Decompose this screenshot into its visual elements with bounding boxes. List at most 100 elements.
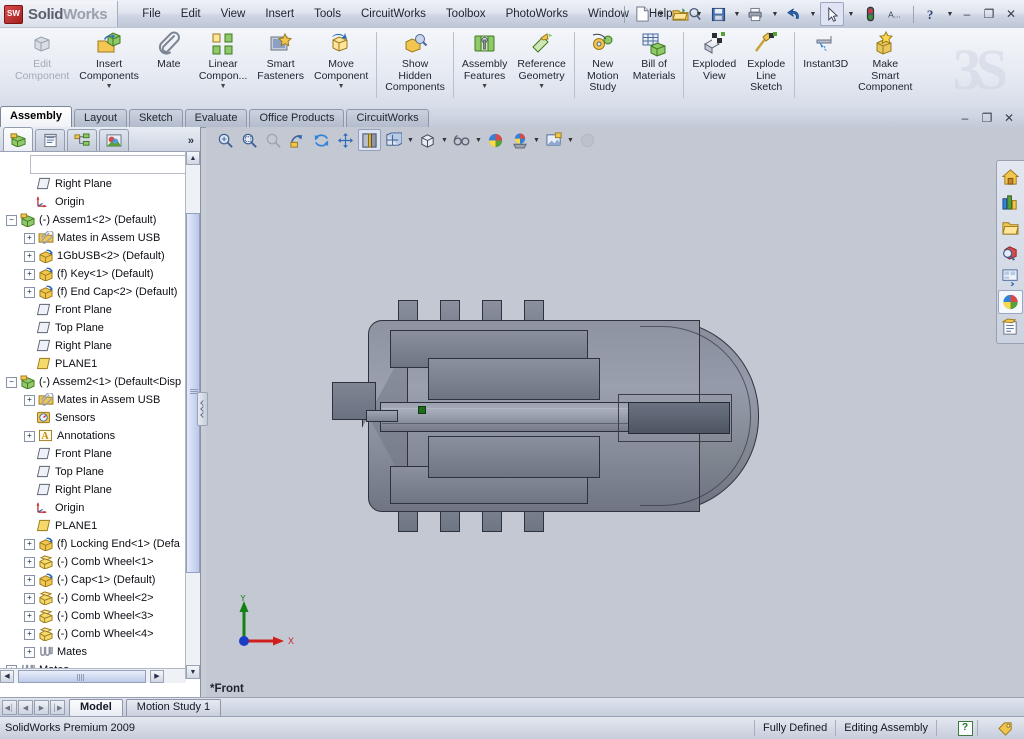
search-box-icon[interactable] [998,240,1023,264]
tree-item[interactable]: + Mates in Assem USB [0,229,186,247]
tree-item[interactable]: + (-) Comb Wheel<4> [0,625,186,643]
select-dropdown-arrow[interactable]: ▼ [845,2,857,26]
close-button[interactable]: ✕ [1001,4,1021,24]
feature-tree-icon[interactable] [3,127,33,151]
feature-tree-filter-input[interactable] [30,155,186,174]
doc-tab-motion-study-1[interactable]: Motion Study 1 [125,698,222,717]
quick-access-toolbar[interactable]: ▼ ▼ ▼ ▼ ▼ ▼ A... ? ▼ – ❐ ✕ [620,0,1022,28]
next-tab-button[interactable]: ▶ [34,700,49,715]
ribbon-make-smart-component[interactable]: Make Smart Component [853,28,917,94]
tab-layout[interactable]: Layout [73,109,128,127]
view-palette-icon[interactable] [998,265,1023,289]
tree-item[interactable]: + (f) End Cap<2> (Default) [0,283,186,301]
tree-item[interactable]: Front Plane [0,301,186,319]
tree-item[interactable]: Right Plane [0,337,186,355]
file-folder-icon[interactable] [998,215,1023,239]
ribbon-move-component[interactable]: Move Component ▼ [309,28,373,91]
ribbon-smart-fasteners[interactable]: Smart Fasteners [252,28,309,82]
scene-icon[interactable] [508,129,531,151]
undo-arrow-icon[interactable] [782,2,806,26]
first-tab-button[interactable]: ◀│ [2,700,17,715]
doc-minimize-button[interactable]: – [955,108,975,128]
appearance-sphere-icon[interactable] [484,129,507,151]
tag-icon[interactable] [998,721,1014,736]
doc-tab-model[interactable]: Model [69,698,123,717]
feature-tree[interactable]: Right Plane Origin − (-) Assem1<2> (Default… [0,175,186,679]
menu-item-photoworks[interactable]: PhotoWorks [496,3,578,25]
tree-item[interactable]: PLANE1 [0,355,186,373]
expand-plus-icon[interactable]: + [24,538,35,550]
expand-plus-icon[interactable]: + [24,592,35,604]
tab-circuitworks[interactable]: CircuitWorks [346,109,429,127]
appearances-sphere-icon[interactable] [998,290,1023,314]
tab-evaluate[interactable]: Evaluate [184,109,248,127]
expand-plus-icon[interactable]: + [24,286,35,298]
last-tab-button[interactable]: │▶ [50,700,65,715]
tree-item[interactable]: + (-) Comb Wheel<1> [0,553,186,571]
vscroll-down-button[interactable]: ▼ [186,665,200,679]
menu-item-toolbox[interactable]: Toolbox [436,3,496,25]
expand-plus-icon[interactable]: + [24,574,35,586]
tab-office-products[interactable]: Office Products [249,109,345,127]
chevron-down-icon[interactable]: ▼ [538,83,545,91]
pan-arrows-icon[interactable] [334,129,357,151]
restore-button[interactable]: ❐ [979,4,999,24]
printer-icon[interactable] [744,2,768,26]
expand-plus-icon[interactable]: + [24,232,35,244]
view-orientation-dropdown-arrow[interactable]: ▼ [406,130,415,150]
cursor-arrow-icon[interactable] [820,2,844,26]
tree-item[interactable]: + (-) Comb Wheel<2> [0,589,186,607]
tree-item[interactable]: Sensors [0,409,186,427]
save-dropdown-arrow[interactable]: ▼ [731,2,743,26]
ribbon-new-motion-study[interactable]: New Motion Study [578,28,628,94]
tree-item[interactable]: − (-) Assem2<1> (Default<Disp [0,373,186,391]
section-view-icon[interactable] [358,129,381,151]
tree-item[interactable]: + Mates [0,643,186,661]
menu-item-file[interactable]: File [132,3,171,25]
ribbon-insert-components[interactable]: Insert Components ▼ [74,28,144,91]
graphics-area[interactable]: Y X *Front [206,127,1024,697]
question-mark-icon[interactable]: ? [919,2,943,26]
ribbon-show-hidden-components[interactable]: Show Hidden Components [380,28,450,94]
tree-item[interactable]: Right Plane [0,481,186,499]
doc-close-button[interactable]: ✕ [999,108,1019,128]
display-style-cube-icon[interactable] [416,129,439,151]
ribbon-edit-component[interactable]: Edit Component [10,28,74,82]
zoom-fit-icon[interactable] [214,129,237,151]
document-window-buttons[interactable]: – ❐ ✕ [954,108,1020,128]
tree-item[interactable]: Top Plane [0,319,186,337]
display-manager-icon[interactable] [99,129,129,151]
heads-up-view-toolbar[interactable]: ▼ ▼ ▼ ▼ ▼ [214,129,814,151]
view-orientation-icon[interactable] [382,129,405,151]
expand-plus-icon[interactable]: + [24,610,35,622]
collapse-minus-icon[interactable]: − [6,376,17,388]
ribbon-mate[interactable]: Mate [144,28,194,71]
design-library-icon[interactable] [998,190,1023,214]
ribbon-assembly-features[interactable]: Assembly Features ▼ [457,28,513,91]
print-dropdown-arrow[interactable]: ▼ [769,2,781,26]
expand-plus-icon[interactable]: + [24,250,35,262]
tree-item[interactable]: Top Plane [0,463,186,481]
hscroll-left-button[interactable]: ◀ [0,669,14,683]
tree-item[interactable]: PLANE1 [0,517,186,535]
tab-sketch[interactable]: Sketch [129,109,183,127]
open-folder-icon[interactable] [668,2,692,26]
new-document-dropdown-arrow[interactable]: ▼ [655,2,667,26]
tree-item[interactable]: + (-) Comb Wheel<3> [0,607,186,625]
zoom-inout-icon[interactable] [262,129,285,151]
floppy-disk-icon[interactable] [706,2,730,26]
view-settings-dropdown-arrow[interactable]: ▼ [566,130,575,150]
menu-item-circuitworks[interactable]: CircuitWorks [351,3,436,25]
expand-plus-icon[interactable]: + [24,556,35,568]
new-document-icon[interactable] [630,2,654,26]
chevron-down-icon[interactable]: ▼ [220,83,227,91]
selected-face-marker[interactable] [418,406,426,414]
hscroll-right-button[interactable]: ▶ [150,669,164,683]
open-document-dropdown-arrow[interactable]: ▼ [693,2,705,26]
options-gear-icon[interactable]: A... [884,2,908,26]
assembly-model-render[interactable] [318,290,778,540]
hide-show-dropdown-arrow[interactable]: ▼ [474,130,483,150]
menu-item-view[interactable]: View [211,3,256,25]
tree-item[interactable]: Origin [0,499,186,517]
undo-dropdown-arrow[interactable]: ▼ [807,2,819,26]
